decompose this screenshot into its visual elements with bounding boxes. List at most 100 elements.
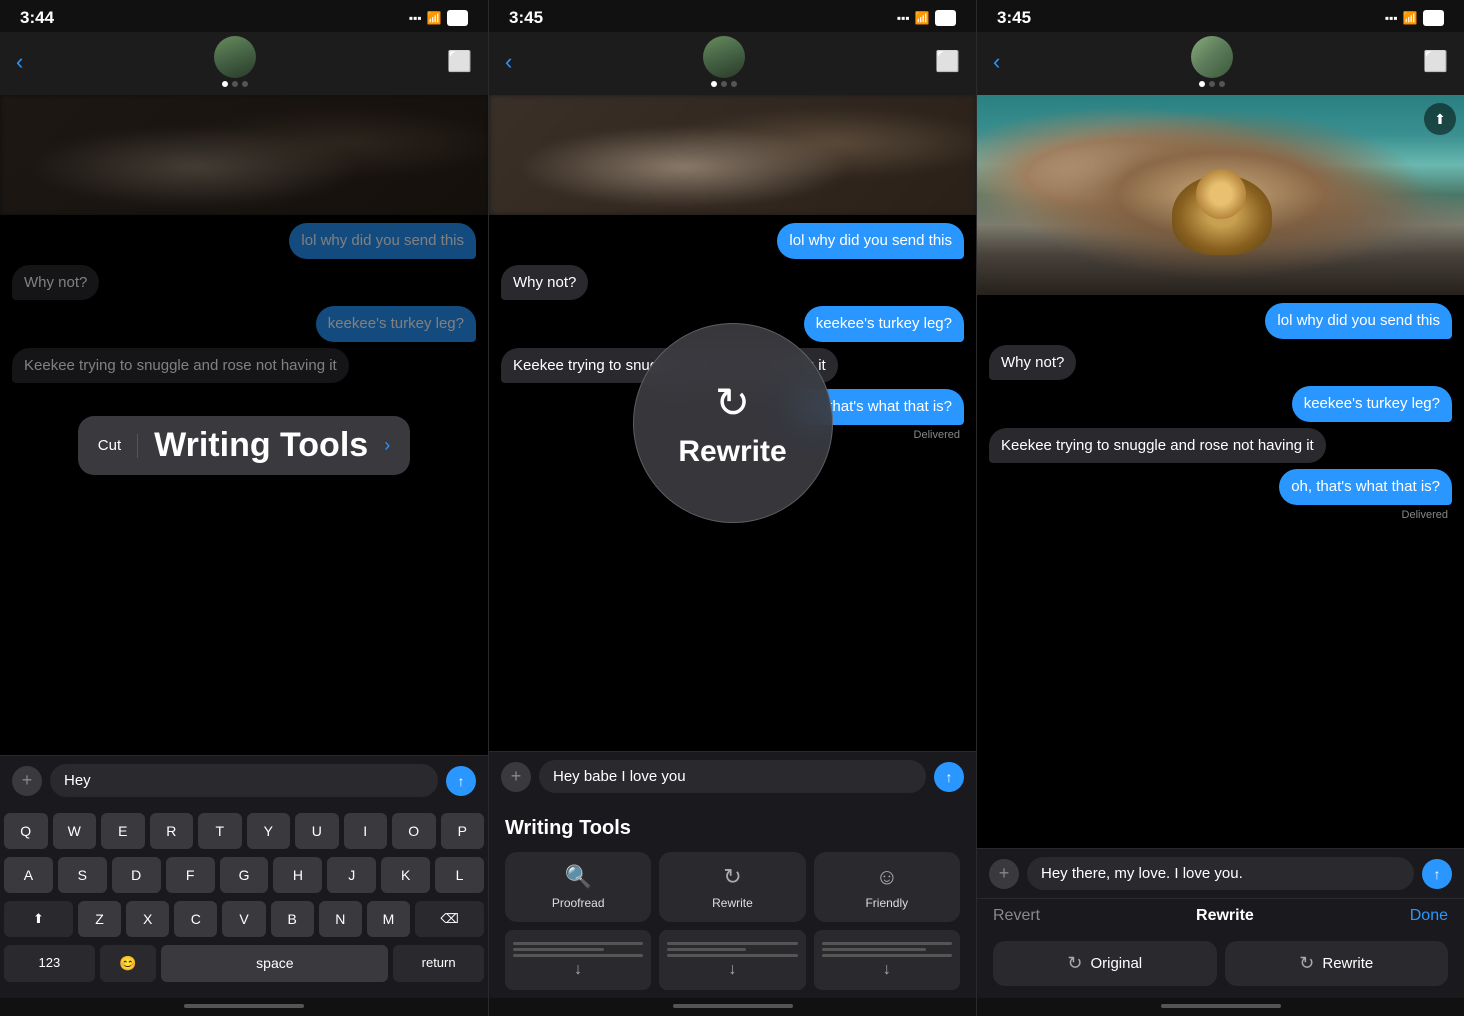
kb-s[interactable]: S [58,857,107,893]
writing-tools-label[interactable]: Writing Tools [154,426,368,465]
send-button-3[interactable]: ↑ [1422,859,1452,889]
cut-button[interactable]: Cut [98,437,121,454]
message-bubble: lol why did you send this [1265,303,1452,339]
plus-button-2[interactable]: + [501,762,531,792]
kb-c[interactable]: C [174,901,217,937]
video-button-1[interactable]: ⬜ [447,49,472,74]
kb-n[interactable]: N [319,901,362,937]
wt-preview-3[interactable]: ↓ [814,930,960,990]
back-button-2[interactable]: ‹ [505,49,512,75]
video-button-2[interactable]: ⬜ [935,49,960,74]
phone-1: 3:44 ▪▪▪ 📶 68 ‹ ⬜ lol why [0,0,488,1016]
wt-preview-2[interactable]: ↓ [659,930,805,990]
kb-y[interactable]: Y [247,813,291,849]
status-icons-2: ▪▪▪ 📶 68 [897,10,956,26]
kb-f[interactable]: F [166,857,215,893]
kb-j[interactable]: J [327,857,376,893]
video-button-3[interactable]: ⬜ [1423,49,1448,74]
kb-t[interactable]: T [198,813,242,849]
chat-image-2 [489,95,976,215]
kb-g[interactable]: G [220,857,269,893]
avatar-1 [214,36,256,78]
delivered-label-3: Delivered [989,509,1452,521]
plus-icon-1: + [22,770,33,791]
kb-b[interactable]: B [271,901,314,937]
done-button[interactable]: Done [1410,907,1448,925]
signal-icon-1: ▪▪▪ [409,11,422,25]
message-bubble: keekee's turkey leg? [1292,386,1452,422]
writing-tools-title: Writing Tools [505,817,960,840]
status-time-1: 3:44 [20,8,54,28]
message-input-1[interactable]: Hey [50,764,438,797]
msg-row: Why not? [989,345,1452,381]
nav-bar-2: ‹ ⬜ [489,32,976,95]
nav-dots-2 [711,81,737,87]
wt-preview-1[interactable]: ↓ [505,930,651,990]
message-bubble: Keekee trying to snuggle and rose not ha… [989,428,1326,464]
kb-v[interactable]: V [222,901,265,937]
menu-divider [137,434,138,458]
kb-space[interactable]: space [161,945,388,982]
chat-area-1: lol why did you send this Why not? keeke… [0,95,488,755]
status-bar-3: 3:45 ▪▪▪ 📶 68 [977,0,1464,32]
battery-3: 68 [1423,10,1444,26]
rewrite-option-button[interactable]: ↻ Rewrite [1225,941,1449,986]
kb-numbers[interactable]: 123 [4,945,95,982]
writing-tools-options: 🔍 Proofread ↻ Rewrite ☺ Friendly [505,852,960,922]
message-input-3[interactable]: Hey there, my love. I love you. [1027,857,1414,890]
kb-e[interactable]: E [101,813,145,849]
nav-center-3 [1191,36,1233,87]
kb-z[interactable]: Z [78,901,121,937]
status-bar-1: 3:44 ▪▪▪ 📶 68 [0,0,488,32]
back-button-1[interactable]: ‹ [16,49,23,75]
kb-q[interactable]: Q [4,813,48,849]
kb-backspace[interactable]: ⌫ [415,901,484,937]
rewrite-result-icon: ↻ [1299,953,1314,974]
share-button[interactable]: ⬆ [1424,103,1456,135]
friendly-icon: ☺ [876,864,898,890]
wt-option-friendly[interactable]: ☺ Friendly [814,852,960,922]
battery-1: 68 [447,10,468,26]
send-button-1[interactable]: ↑ [446,766,476,796]
wifi-icon-2: 📶 [915,11,930,25]
message-input-2[interactable]: Hey babe I love you [539,760,926,793]
kb-d[interactable]: D [112,857,161,893]
kb-o[interactable]: O [392,813,436,849]
kb-h[interactable]: H [273,857,322,893]
phone-2: 3:45 ▪▪▪ 📶 68 ‹ ⬜ lol why did y [488,0,976,1016]
plus-button-3[interactable]: + [989,859,1019,889]
kb-l[interactable]: L [435,857,484,893]
result-toolbar-title: Rewrite [1196,907,1254,925]
kb-i[interactable]: I [344,813,388,849]
revert-button[interactable]: Revert [993,907,1040,925]
msg-row: Keekee trying to snuggle and rose not ha… [989,428,1452,464]
kb-u[interactable]: U [295,813,339,849]
send-icon-2: ↑ [946,769,953,785]
kb-m[interactable]: M [367,901,410,937]
kb-p[interactable]: P [441,813,485,849]
status-time-3: 3:45 [997,8,1031,28]
send-button-2[interactable]: ↑ [934,762,964,792]
kb-x[interactable]: X [126,901,169,937]
writing-tools-panel: Writing Tools 🔍 Proofread ↻ Rewrite ☺ Fr… [489,801,976,998]
original-option-button[interactable]: ↻ Original [993,941,1217,986]
avatar-2 [703,36,745,78]
kb-return[interactable]: return [393,945,484,982]
back-button-3[interactable]: ‹ [993,49,1000,75]
kb-emoji[interactable]: 😊 [100,945,157,982]
kb-shift[interactable]: ⬆ [4,901,73,937]
plus-button-1[interactable]: + [12,766,42,796]
chat-image-3: ⬆ [977,95,1464,295]
nav-bar-3: ‹ ⬜ [977,32,1464,95]
result-toolbar: Revert Rewrite Done [977,898,1464,933]
wt-option-proofread[interactable]: 🔍 Proofread [505,852,651,922]
kb-r[interactable]: R [150,813,194,849]
proofread-label: Proofread [552,896,605,910]
wt-option-rewrite[interactable]: ↻ Rewrite [659,852,805,922]
kb-w[interactable]: W [53,813,97,849]
proofread-icon: 🔍 [564,864,591,890]
nav-bar-1: ‹ ⬜ [0,32,488,95]
kb-k[interactable]: K [381,857,430,893]
kb-a[interactable]: A [4,857,53,893]
context-menu[interactable]: Cut Writing Tools › [78,416,410,475]
